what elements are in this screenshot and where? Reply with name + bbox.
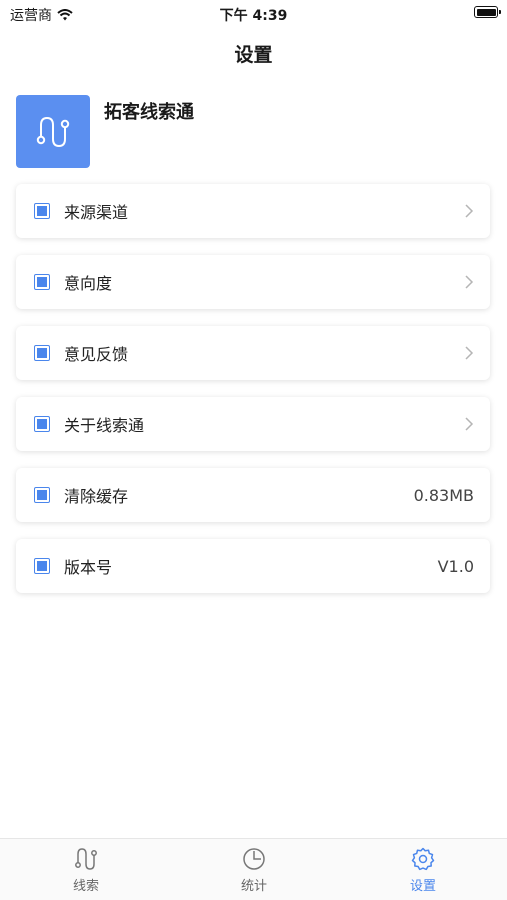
square-icon <box>34 345 50 361</box>
app-logo <box>16 95 90 168</box>
menu-item-about[interactable]: 关于线索通 <box>16 397 490 451</box>
cache-size-value: 0.83MB <box>413 485 474 505</box>
tab-label: 设置 <box>409 879 436 894</box>
menu-item-version: 版本号 V1.0 <box>16 539 490 593</box>
chevron-right-icon <box>465 417 474 431</box>
menu-item-source-channel[interactable]: 来源渠道 <box>16 184 490 238</box>
square-icon <box>34 203 50 219</box>
menu-item-label: 意见反馈 <box>64 345 129 364</box>
tab-label: 统计 <box>240 879 267 894</box>
version-value: V1.0 <box>437 556 474 576</box>
menu-item-label: 来源渠道 <box>64 203 129 222</box>
menu-item-clear-cache[interactable]: 清除缓存 0.83MB <box>16 468 490 522</box>
menu-item-label: 关于线索通 <box>64 416 145 435</box>
tab-bar: 线索 统计 设置 <box>0 838 507 900</box>
page-title: 设置 <box>234 44 273 66</box>
tab-label: 线索 <box>72 879 99 894</box>
tab-statistics[interactable]: 统计 <box>204 847 304 894</box>
clock: 下午 4:39 <box>219 8 288 24</box>
menu-item-intent-level[interactable]: 意向度 <box>16 255 490 309</box>
menu-item-feedback[interactable]: 意见反馈 <box>16 326 490 380</box>
gear-icon <box>411 847 435 871</box>
tab-settings[interactable]: 设置 <box>373 847 473 894</box>
chevron-right-icon <box>465 275 474 289</box>
menu-item-label: 清除缓存 <box>64 487 129 506</box>
square-icon <box>34 274 50 290</box>
status-bar: 运营商 下午 4:39 <box>0 0 507 30</box>
square-icon <box>34 487 50 503</box>
square-icon <box>34 558 50 574</box>
route-icon <box>75 848 97 870</box>
battery-icon <box>474 6 501 18</box>
chevron-right-icon <box>465 346 474 360</box>
chevron-right-icon <box>465 204 474 218</box>
menu-item-label: 版本号 <box>64 558 113 577</box>
square-icon <box>34 416 50 432</box>
clock-chart-icon <box>243 848 265 870</box>
app-name: 拓客线索通 <box>104 102 194 123</box>
tab-leads[interactable]: 线索 <box>36 847 136 894</box>
route-icon <box>36 116 70 147</box>
menu-item-label: 意向度 <box>64 274 113 293</box>
